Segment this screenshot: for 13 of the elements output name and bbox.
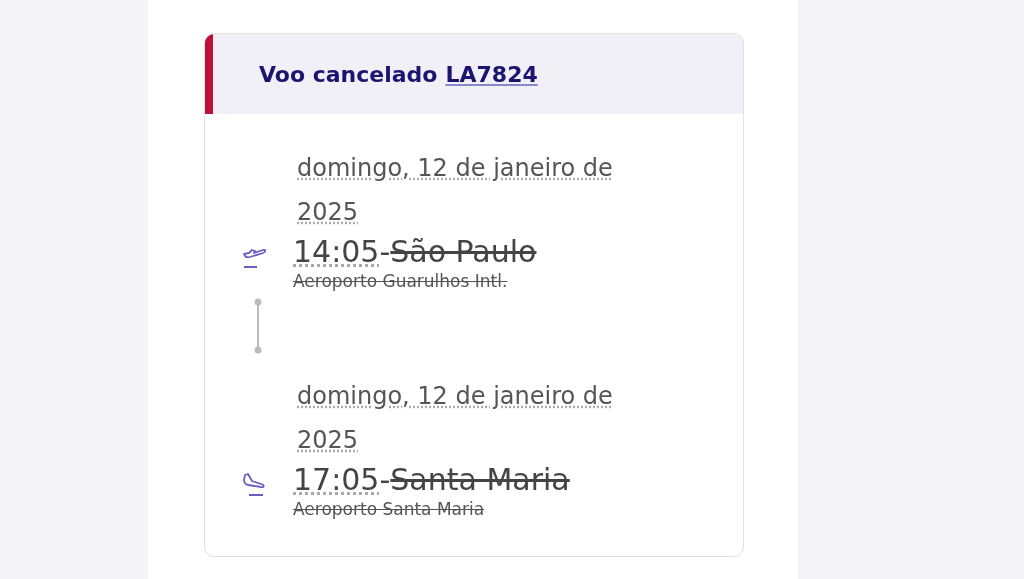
card-title: Voo cancelado — [259, 61, 438, 87]
flight-date: domingo, 12 de janeiro de 2025 — [297, 381, 614, 456]
separator-dash: - — [379, 462, 391, 497]
flight-time: 14:05 — [293, 234, 380, 269]
city-name: São Paulo — [390, 234, 537, 269]
flight-time: 17:05 — [293, 462, 380, 497]
airport-name: Aeroporto Guarulhos Intl. — [293, 270, 509, 292]
separator-dash: - — [379, 234, 391, 269]
connector-line — [253, 298, 263, 354]
flight-number-link[interactable]: LA7824 — [445, 61, 538, 87]
airport-name: Aeroporto Santa Maria — [293, 498, 486, 520]
city-name: Santa Maria — [390, 462, 570, 497]
flight-date: domingo, 12 de janeiro de 2025 — [297, 153, 614, 228]
